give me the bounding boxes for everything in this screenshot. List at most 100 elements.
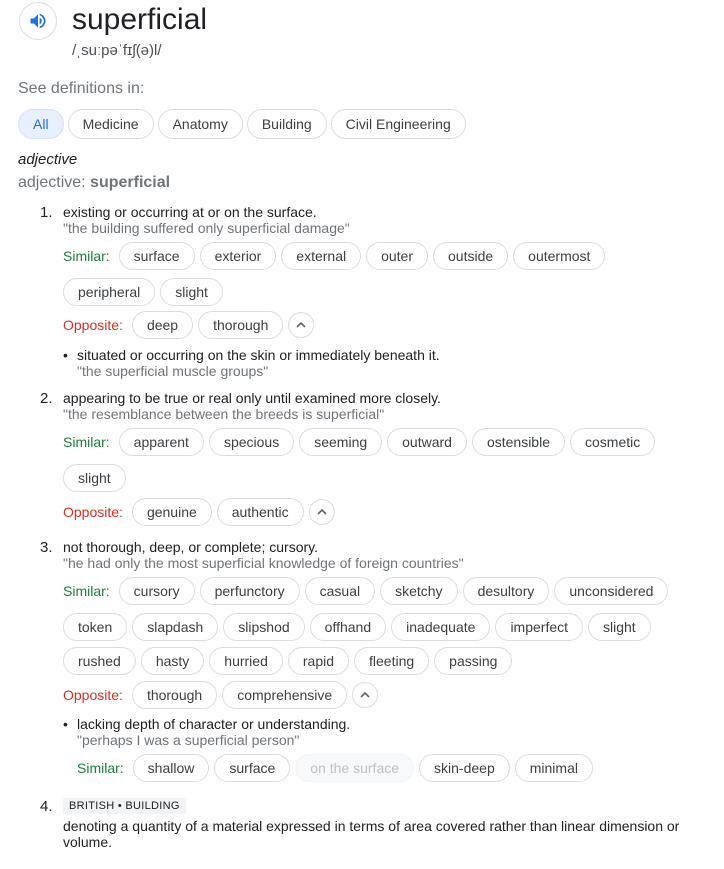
subsense-definition: lacking depth of character or understand… (77, 716, 351, 732)
synonym-chip[interactable]: outer (366, 242, 429, 270)
antonym-chip[interactable]: genuine (131, 498, 212, 526)
opposite-label: Opposite: (63, 687, 123, 703)
tab-civil-engineering[interactable]: Civil Engineering (330, 109, 466, 139)
synonym-chip[interactable]: outside (433, 242, 509, 270)
similar-label: Similar: (63, 583, 110, 599)
tab-medicine[interactable]: Medicine (67, 109, 154, 139)
collapse-button[interactable] (288, 312, 315, 338)
synonym-chip[interactable]: rushed (63, 647, 136, 675)
synonym-chip[interactable]: apparent (118, 428, 204, 456)
sense-example: "the building suffered only superficial … (63, 220, 350, 236)
similar-row: Similar: surface exterior external outer… (63, 242, 606, 270)
subsense-definition: situated or occurring on the skin or imm… (77, 347, 440, 363)
synonym-chip[interactable]: slight (160, 278, 223, 306)
antonym-chip[interactable]: authentic (216, 498, 304, 526)
domain-tabs: All Medicine Anatomy Building Civil Engi… (18, 109, 466, 139)
headword: superficial (72, 3, 208, 36)
collapse-button[interactable] (308, 499, 335, 525)
similar-label: Similar: (77, 760, 124, 776)
synonym-chip[interactable]: outermost (513, 242, 606, 270)
chevron-up-icon (317, 508, 327, 515)
sense-definition: appearing to be true or real only until … (63, 390, 441, 406)
synonym-chip[interactable]: hasty (140, 647, 205, 675)
sense-number: 4. (40, 798, 53, 815)
sense-definition: denoting a quantity of a material expres… (63, 818, 680, 834)
synonym-chip[interactable]: imperfect (495, 613, 584, 641)
opposite-label: Opposite: (63, 504, 123, 520)
similar-label: Similar: (63, 434, 110, 450)
similar-row: Similar: cursory perfunctory casual sket… (63, 577, 669, 605)
chevron-up-icon (360, 691, 370, 698)
bullet: • (63, 716, 68, 732)
sense-number: 2. (40, 390, 53, 407)
synonym-chip[interactable]: passing (434, 647, 513, 675)
antonym-chip[interactable]: thorough (198, 311, 284, 339)
synonym-chip[interactable]: seeming (299, 428, 383, 456)
sense-definition: not thorough, deep, or complete; cursory… (63, 539, 318, 555)
synonym-chip[interactable]: sketchy (380, 577, 458, 605)
sense-number: 1. (40, 204, 53, 221)
tab-anatomy[interactable]: Anatomy (157, 109, 243, 139)
opposite-row: Opposite: genuine authentic (63, 498, 335, 526)
synonym-chip[interactable]: peripheral (63, 278, 156, 306)
antonym-chip[interactable]: deep (131, 311, 194, 339)
synonym-chip[interactable]: casual (304, 577, 376, 605)
synonym-chip[interactable]: ostensible (471, 428, 565, 456)
tab-all[interactable]: All (18, 109, 64, 139)
chevron-up-icon (296, 321, 306, 328)
phonetic: /ˌsuːpəˈfɪʃ(ə)l/ (72, 42, 162, 59)
synonym-chip[interactable]: fleeting (354, 647, 430, 675)
synonym-chip[interactable]: slight (63, 464, 126, 492)
synonym-chip[interactable]: exterior (199, 242, 277, 270)
synonym-chip[interactable]: surface (118, 242, 195, 270)
synonym-chip[interactable]: desultory (462, 577, 550, 605)
synonym-chip[interactable]: cosmetic (570, 428, 656, 456)
speaker-icon (30, 13, 46, 29)
synonym-chip[interactable]: surface (214, 754, 291, 782)
synonym-chip[interactable]: cursory (118, 577, 195, 605)
antonym-chip[interactable]: thorough (131, 681, 218, 709)
similar-row: slight (63, 464, 126, 492)
subsense-example: "perhaps I was a superficial person" (77, 732, 300, 748)
synonym-chip[interactable]: inadequate (391, 613, 491, 641)
synonym-chip[interactable]: outward (387, 428, 467, 456)
opposite-label: Opposite: (63, 317, 123, 333)
tab-building[interactable]: Building (246, 109, 327, 139)
synonym-chip-disabled: on the surface (295, 754, 415, 782)
usage-badge: BRITISH • BUILDING (63, 798, 186, 814)
similar-row: Similar: shallow surface on the surface … (77, 754, 593, 782)
synonym-chip[interactable]: shallow (132, 754, 210, 782)
synonym-chip[interactable]: hurried (209, 647, 283, 675)
bullet: • (63, 347, 68, 363)
opposite-row: Opposite: deep thorough (63, 311, 315, 339)
sense-example: "the resemblance between the breeds is s… (63, 406, 385, 422)
synonym-chip[interactable]: slight (588, 613, 651, 641)
synonym-chip[interactable]: rapid (287, 647, 350, 675)
sense-number: 3. (40, 539, 53, 556)
similar-row: Similar: apparent specious seeming outwa… (63, 428, 656, 456)
similar-row: token slapdash slipshod offhand inadequa… (63, 613, 651, 641)
antonym-chip[interactable]: comprehensive (222, 681, 348, 709)
synonym-chip[interactable]: minimal (514, 754, 593, 782)
pronunciation-button[interactable] (19, 2, 57, 40)
sense-definition: existing or occurring at or on the surfa… (63, 204, 317, 220)
part-of-speech-line: adjective: superficial (18, 174, 171, 191)
synonym-chip[interactable]: perfunctory (199, 577, 300, 605)
synonym-chip[interactable]: skin-deep (419, 754, 510, 782)
synonym-chip[interactable]: specious (208, 428, 295, 456)
subsense-example: "the superficial muscle groups" (77, 363, 269, 379)
sense-definition-cont: volume. (63, 834, 113, 850)
sense-example: "he had only the most superficial knowle… (63, 555, 464, 571)
similar-row: peripheral slight (63, 278, 223, 306)
part-of-speech: adjective (18, 151, 78, 168)
synonym-chip[interactable]: token (63, 613, 128, 641)
collapse-button[interactable] (352, 682, 379, 708)
synonym-chip[interactable]: unconsidered (554, 577, 669, 605)
synonym-chip[interactable]: external (281, 242, 362, 270)
synonym-chip[interactable]: slapdash (132, 613, 219, 641)
opposite-row: Opposite: thorough comprehensive (63, 681, 379, 709)
see-definitions-label: See definitions in: (18, 80, 145, 97)
synonym-chip[interactable]: offhand (309, 613, 387, 641)
similar-row: rushed hasty hurried rapid fleeting pass… (63, 647, 513, 675)
synonym-chip[interactable]: slipshod (223, 613, 305, 641)
